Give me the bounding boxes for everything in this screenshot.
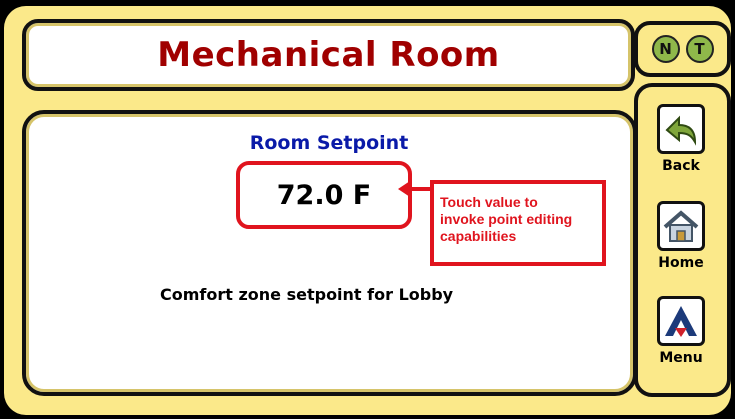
status-indicator-panel: N T [634,21,731,77]
status-n-label: N [659,40,672,58]
status-t-label: T [694,40,705,58]
menu-label: Menu [659,350,703,366]
menu-logo-icon [657,296,705,346]
back-label: Back [662,158,700,174]
page-title: Mechanical Room [157,35,500,75]
callout-arrow-head [398,181,410,197]
menu-button[interactable]: Menu [651,296,711,366]
status-t-icon[interactable]: T [685,35,714,63]
setpoint-label: Room Setpoint [249,132,409,154]
setpoint-value: 72.0 F [276,179,372,211]
setpoint-description: Comfort zone setpoint for Lobby [160,285,454,304]
callout-box: Touch value to invoke point editing capa… [430,180,606,266]
title-bar: Mechanical Room [22,19,635,91]
home-icon [657,201,705,251]
home-label: Home [658,255,704,271]
home-button[interactable]: Home [651,201,711,271]
back-arrow-icon [657,104,705,154]
back-button[interactable]: Back [651,104,711,174]
setpoint-value-button[interactable]: 72.0 F [236,161,412,229]
status-n-icon[interactable]: N [651,35,680,63]
callout-text: Touch value to invoke point editing capa… [440,194,573,244]
